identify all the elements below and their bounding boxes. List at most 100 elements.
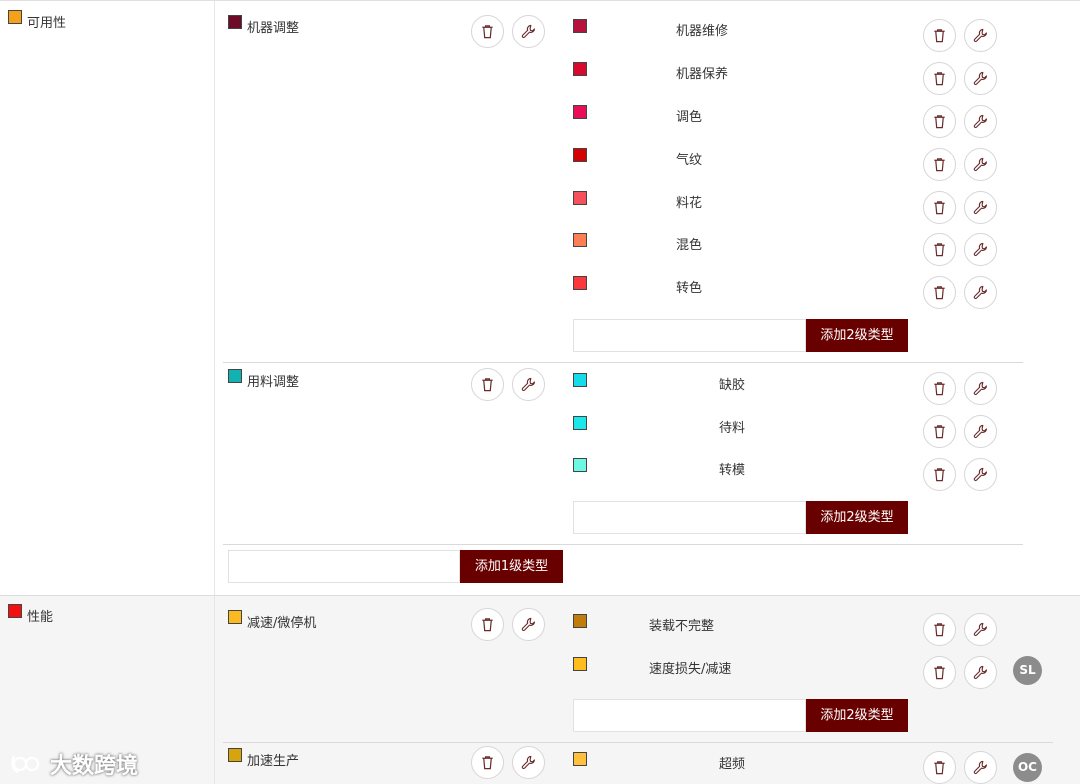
item-color-swatch[interactable] xyxy=(573,276,587,290)
category-tree: 可用性 机器调整 机器维修 机器保养 调色 气纹 料花 混色 转色 添加2级类型… xyxy=(0,0,1080,784)
delete-item-button[interactable] xyxy=(923,62,956,95)
subgroup-divider xyxy=(223,544,1023,545)
delete-subgroup-button[interactable] xyxy=(471,608,504,641)
avatar[interactable]: OC xyxy=(1013,753,1042,782)
item-label: 机器维修 xyxy=(676,24,729,39)
item-label: 待料 xyxy=(719,421,746,436)
wrench-icon xyxy=(973,381,987,396)
item-color-swatch[interactable] xyxy=(573,614,587,628)
wrench-icon xyxy=(521,377,535,392)
wrench-icon xyxy=(973,424,987,439)
edit-item-button[interactable] xyxy=(964,372,997,405)
delete-subgroup-button[interactable] xyxy=(471,746,504,779)
delete-item-button[interactable] xyxy=(923,372,956,405)
delete-item-button[interactable] xyxy=(923,191,956,224)
wrench-icon xyxy=(973,71,987,86)
delete-item-button[interactable] xyxy=(923,751,956,784)
delete-item-button[interactable] xyxy=(923,613,956,646)
wrench-icon xyxy=(973,665,987,680)
wrench-icon xyxy=(521,755,535,770)
edit-subgroup-button[interactable] xyxy=(512,15,545,48)
add-level2-input[interactable] xyxy=(573,319,806,352)
delete-item-button[interactable] xyxy=(923,19,956,52)
edit-item-button[interactable] xyxy=(964,415,997,448)
group-color-swatch[interactable] xyxy=(8,604,22,618)
subgroup-label: 减速/微停机 xyxy=(247,616,317,631)
item-color-swatch[interactable] xyxy=(573,148,587,162)
edit-item-button[interactable] xyxy=(964,613,997,646)
group-performance: 性能 减速/微停机 装载不完整 速度损失/减速 SL 添加2级类型 加速生产 超… xyxy=(0,595,1080,784)
add-level2-input[interactable] xyxy=(573,699,806,732)
edit-item-button[interactable] xyxy=(964,19,997,52)
item-color-swatch[interactable] xyxy=(573,657,587,671)
add-level2-button[interactable]: 添加2级类型 xyxy=(806,319,908,352)
add-level1-button[interactable]: 添加1级类型 xyxy=(460,550,563,583)
item-label: 装载不完整 xyxy=(649,619,715,634)
wrench-icon xyxy=(973,622,987,637)
watermark-text: 大数跨境 xyxy=(50,754,139,779)
item-color-swatch[interactable] xyxy=(573,416,587,430)
trash-icon xyxy=(934,72,945,86)
subgroup-label: 加速生产 xyxy=(247,754,300,769)
item-color-swatch[interactable] xyxy=(573,373,587,387)
trash-icon xyxy=(934,158,945,172)
subgroup-divider xyxy=(223,362,1023,363)
item-color-swatch[interactable] xyxy=(573,191,587,205)
edit-item-button[interactable] xyxy=(964,148,997,181)
delete-item-button[interactable] xyxy=(923,148,956,181)
delete-item-button[interactable] xyxy=(923,656,956,689)
watermark-logo-icon xyxy=(10,752,46,782)
subgroup-color-swatch[interactable] xyxy=(228,15,242,29)
add-level2-input[interactable] xyxy=(573,501,806,534)
trash-icon xyxy=(482,756,493,770)
edit-subgroup-button[interactable] xyxy=(512,608,545,641)
group-color-swatch[interactable] xyxy=(8,10,22,24)
edit-item-button[interactable] xyxy=(964,105,997,138)
item-color-swatch[interactable] xyxy=(573,458,587,472)
edit-item-button[interactable] xyxy=(964,62,997,95)
subgroup-label: 用料调整 xyxy=(247,375,300,390)
edit-item-button[interactable] xyxy=(964,656,997,689)
add-level1-input[interactable] xyxy=(228,550,460,583)
trash-icon xyxy=(482,378,493,392)
edit-item-button[interactable] xyxy=(964,233,997,266)
edit-item-button[interactable] xyxy=(964,191,997,224)
column-divider xyxy=(214,1,215,595)
trash-icon xyxy=(934,761,945,775)
delete-item-button[interactable] xyxy=(923,233,956,266)
subgroup-color-swatch[interactable] xyxy=(228,610,242,624)
item-color-swatch[interactable] xyxy=(573,62,587,76)
wrench-icon xyxy=(973,467,987,482)
item-label: 缺胶 xyxy=(719,378,746,393)
delete-item-button[interactable] xyxy=(923,415,956,448)
edit-item-button[interactable] xyxy=(964,458,997,491)
item-label: 混色 xyxy=(676,238,703,253)
edit-subgroup-button[interactable] xyxy=(512,368,545,401)
add-level2-button[interactable]: 添加2级类型 xyxy=(806,501,908,534)
edit-item-button[interactable] xyxy=(964,751,997,784)
column-divider xyxy=(214,596,215,784)
watermark: 大数跨境 xyxy=(10,748,138,782)
delete-item-button[interactable] xyxy=(923,276,956,309)
subgroup-color-swatch[interactable] xyxy=(228,369,242,383)
delete-item-button[interactable] xyxy=(923,105,956,138)
delete-item-button[interactable] xyxy=(923,458,956,491)
add-level2-button[interactable]: 添加2级类型 xyxy=(806,699,908,732)
wrench-icon xyxy=(973,28,987,43)
item-color-swatch[interactable] xyxy=(573,105,587,119)
wrench-icon xyxy=(973,285,987,300)
edit-subgroup-button[interactable] xyxy=(512,746,545,779)
subgroup-color-swatch[interactable] xyxy=(228,748,242,762)
edit-item-button[interactable] xyxy=(964,276,997,309)
group-label: 性能 xyxy=(27,610,54,625)
item-label: 料花 xyxy=(676,196,703,211)
trash-icon xyxy=(934,666,945,680)
item-color-swatch[interactable] xyxy=(573,19,587,33)
item-color-swatch[interactable] xyxy=(573,233,587,247)
wrench-icon xyxy=(973,200,987,215)
item-label: 转色 xyxy=(676,281,703,296)
item-color-swatch[interactable] xyxy=(573,752,587,766)
delete-subgroup-button[interactable] xyxy=(471,368,504,401)
avatar[interactable]: SL xyxy=(1013,656,1042,685)
delete-subgroup-button[interactable] xyxy=(471,15,504,48)
